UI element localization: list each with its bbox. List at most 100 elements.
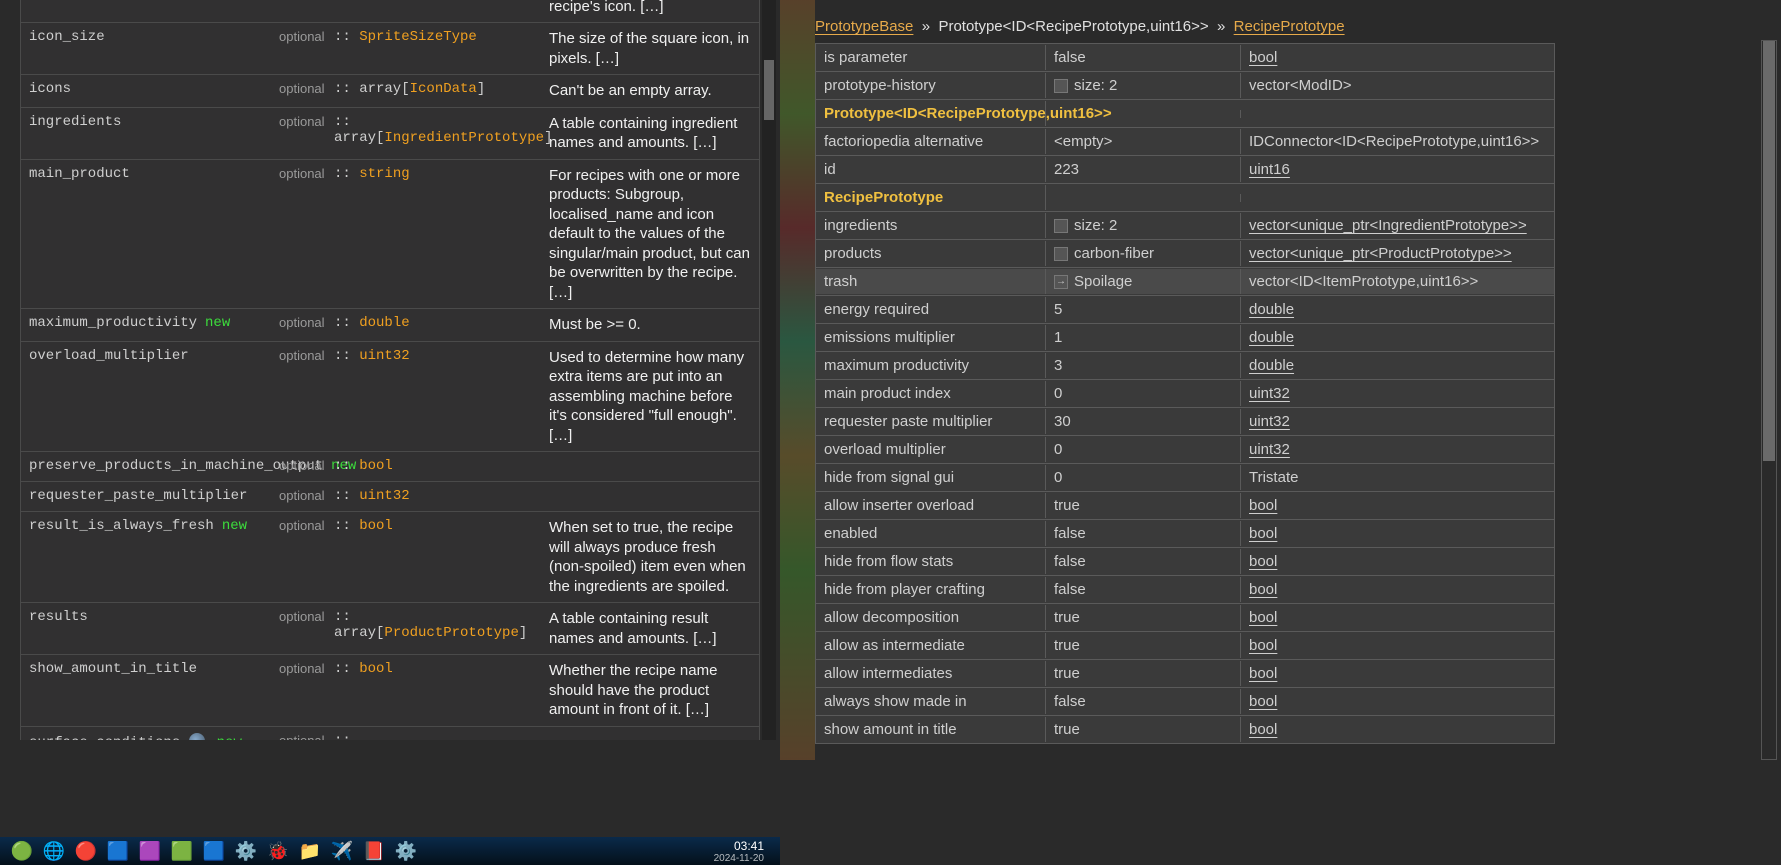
inspector-row[interactable]: show amount in titletruebool <box>815 716 1555 744</box>
doc-row[interactable]: iconoptional:: FileNameIf given, this de… <box>20 0 760 23</box>
type-link[interactable]: bool <box>359 661 393 677</box>
new-badge: new <box>214 518 247 534</box>
left-scrollbar-thumb[interactable] <box>764 60 774 120</box>
expand-icon[interactable] <box>1054 79 1068 93</box>
inspector-type[interactable]: bool <box>1241 521 1554 546</box>
inspector-row[interactable]: main product index0uint32 <box>815 380 1555 408</box>
optional-label: optional <box>279 458 334 475</box>
telegram-icon[interactable]: ✈️ <box>326 839 358 863</box>
inspector-type[interactable]: double <box>1241 325 1554 350</box>
type-link[interactable]: ProductPrototype <box>384 625 518 641</box>
inspector-row[interactable]: hide from player craftingfalsebool <box>815 576 1555 604</box>
opera-icon[interactable]: 🔴 <box>70 839 102 863</box>
inspector-type[interactable]: bool <box>1241 493 1554 518</box>
inspector-type[interactable]: uint32 <box>1241 437 1554 462</box>
inspector-row[interactable]: hide from signal gui0Tristate <box>815 464 1555 492</box>
factorio-icon[interactable]: ⚙️ <box>390 839 422 863</box>
inspector-row[interactable]: trash→Spoilagevector<ID<ItemPrototype,ui… <box>815 268 1555 296</box>
breadcrumb-root[interactable]: PrototypeBase <box>815 18 913 35</box>
type-link[interactable]: IngredientPrototype <box>384 130 544 146</box>
arrow-icon[interactable]: → <box>1054 275 1068 289</box>
inspector-type[interactable]: double <box>1241 297 1554 322</box>
inspector-row[interactable]: allow intermediatestruebool <box>815 660 1555 688</box>
inspector-row[interactable]: prototype-historysize: 2vector<ModID> <box>815 72 1555 100</box>
doc-row[interactable]: result_is_always_freshnewoptional:: bool… <box>20 512 760 603</box>
inspector-row[interactable]: ingredientssize: 2vector<unique_ptr<Ingr… <box>815 212 1555 240</box>
inspector-row[interactable]: always show made infalsebool <box>815 688 1555 716</box>
inspector-type[interactable]: bool <box>1241 605 1554 630</box>
type-link[interactable]: bool <box>359 518 393 534</box>
ide-icon[interactable]: 🟪 <box>134 839 166 863</box>
expand-icon[interactable] <box>1054 247 1068 261</box>
app-icon[interactable]: 🟢 <box>6 839 38 863</box>
inspector-row[interactable]: factoriopedia alternative<empty>IDConnec… <box>815 128 1555 156</box>
inspector-section-header: RecipePrototype <box>815 184 1555 212</box>
gear-icon[interactable]: ⚙️ <box>230 839 262 863</box>
inspector-name: allow decomposition <box>816 605 1046 630</box>
taskbar-clock[interactable]: 03:41 2024-11-20 <box>714 839 774 864</box>
doc-type: :: string <box>334 166 549 303</box>
inspector-row[interactable]: energy required5double <box>815 296 1555 324</box>
inspector-type[interactable]: bool <box>1241 717 1554 742</box>
inspector-row[interactable]: overload multiplier0uint32 <box>815 436 1555 464</box>
inspector-name: always show made in <box>816 689 1046 714</box>
breadcrumb-leaf[interactable]: RecipePrototype <box>1234 18 1345 35</box>
type-link[interactable]: uint32 <box>359 488 409 504</box>
inspector-type[interactable]: bool <box>1241 577 1554 602</box>
inspector-row[interactable]: id223uint16 <box>815 156 1555 184</box>
doc-row[interactable]: show_amount_in_titleoptional:: boolWheth… <box>20 655 760 727</box>
doc-row[interactable]: iconsoptional:: array[IconData]Can't be … <box>20 75 760 108</box>
chrome-icon[interactable]: 🌐 <box>38 839 70 863</box>
doc-row[interactable]: preserve_products_in_machine_outputnewop… <box>20 452 760 482</box>
inspector-row[interactable]: maximum productivity3double <box>815 352 1555 380</box>
doc-row[interactable]: resultsoptional:: array[ProductPrototype… <box>20 603 760 655</box>
inspector-type[interactable]: bool <box>1241 689 1554 714</box>
inspector-row[interactable]: hide from flow statsfalsebool <box>815 548 1555 576</box>
inspector-type[interactable]: double <box>1241 353 1554 378</box>
inspector-type[interactable]: vector<unique_ptr<IngredientPrototype>> <box>1241 213 1554 238</box>
inspector-type[interactable]: bool <box>1241 549 1554 574</box>
type-link[interactable]: IconData <box>410 81 477 97</box>
type-link[interactable]: bool <box>359 458 393 474</box>
inspector-type[interactable]: vector<unique_ptr<ProductPrototype>> <box>1241 241 1554 266</box>
app-icon-2[interactable]: 🐞 <box>262 839 294 863</box>
doc-row[interactable]: maximum_productivitynewoptional:: double… <box>20 309 760 342</box>
expand-icon[interactable] <box>1054 219 1068 233</box>
inspector-row[interactable]: is parameterfalsebool <box>815 44 1555 72</box>
inspector-row[interactable]: enabledfalsebool <box>815 520 1555 548</box>
inspector-value: true <box>1046 661 1241 686</box>
inspector-row[interactable]: allow as intermediatetruebool <box>815 632 1555 660</box>
doc-row[interactable]: ingredientsoptional:: array[IngredientPr… <box>20 108 760 160</box>
photoshop-icon[interactable]: 🟦 <box>198 839 230 863</box>
inspector-type[interactable]: uint32 <box>1241 409 1554 434</box>
type-link[interactable]: double <box>359 315 409 331</box>
left-scrollbar[interactable] <box>762 0 776 740</box>
inspector-type <box>1241 110 1554 118</box>
inspector-type[interactable]: uint16 <box>1241 157 1554 182</box>
inspector-row[interactable]: allow inserter overloadtruebool <box>815 492 1555 520</box>
right-scrollbar-thumb[interactable] <box>1763 41 1775 461</box>
doc-description: Whether the recipe name should have the … <box>549 661 751 720</box>
type-link[interactable]: SpriteSizeType <box>359 29 477 45</box>
inspector-type[interactable]: bool <box>1241 633 1554 658</box>
type-link[interactable]: uint32 <box>359 348 409 364</box>
doc-row[interactable]: icon_sizeoptional:: SpriteSizeTypeThe si… <box>20 23 760 75</box>
inspector-row[interactable]: productscarbon-fibervector<unique_ptr<Pr… <box>815 240 1555 268</box>
vscode-icon[interactable]: 🟦 <box>102 839 134 863</box>
files-icon[interactable]: 📁 <box>294 839 326 863</box>
inspector-row[interactable]: emissions multiplier1double <box>815 324 1555 352</box>
inspector-type[interactable]: bool <box>1241 661 1554 686</box>
inspector-name: factoriopedia alternative <box>816 129 1046 154</box>
doc-row[interactable]: requester_paste_multiplieroptional:: uin… <box>20 482 760 512</box>
pdf-icon[interactable]: 📕 <box>358 839 390 863</box>
doc-row[interactable]: overload_multiplieroptional:: uint32Used… <box>20 342 760 453</box>
inspector-row[interactable]: requester paste multiplier30uint32 <box>815 408 1555 436</box>
doc-row[interactable]: surface_conditions newoptional:: array[S… <box>20 727 760 741</box>
doc-row[interactable]: main_productoptional:: stringFor recipes… <box>20 160 760 310</box>
inspector-type[interactable]: bool <box>1241 45 1554 70</box>
right-scrollbar[interactable] <box>1761 40 1777 760</box>
pycharm-icon[interactable]: 🟩 <box>166 839 198 863</box>
inspector-type[interactable]: uint32 <box>1241 381 1554 406</box>
inspector-row[interactable]: allow decompositiontruebool <box>815 604 1555 632</box>
type-link[interactable]: string <box>359 166 409 182</box>
